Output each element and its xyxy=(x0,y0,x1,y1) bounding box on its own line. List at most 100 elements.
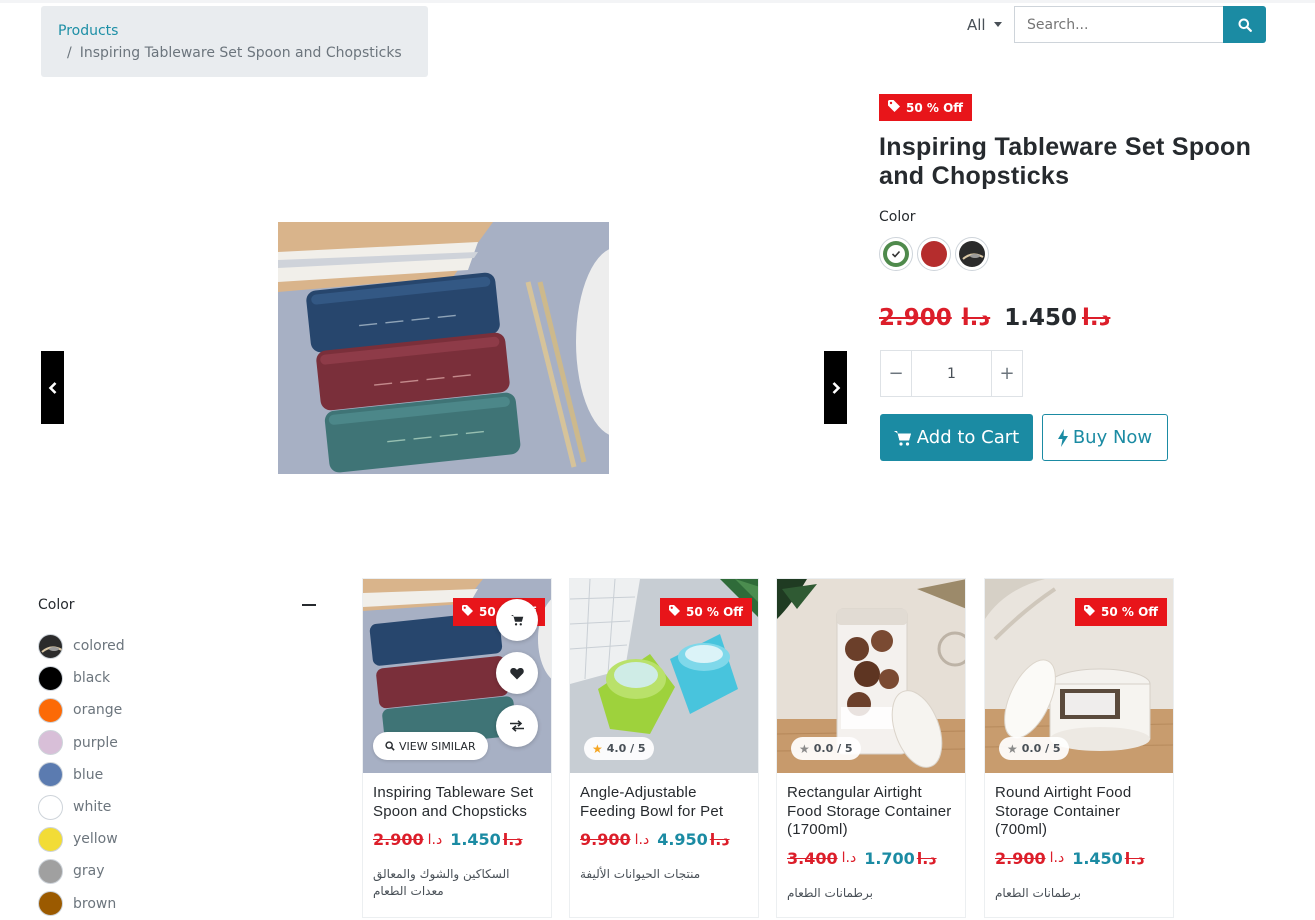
top-border xyxy=(0,0,1315,3)
cart-icon xyxy=(893,430,912,446)
card-title[interactable]: Angle-Adjustable Feeding Bowl for Pet xyxy=(580,784,748,821)
color-filter-label: blue xyxy=(73,766,104,783)
color-filter-colored[interactable]: colored xyxy=(38,630,318,662)
color-filter-label: gray xyxy=(73,863,105,880)
carousel-next-button[interactable] xyxy=(824,351,847,424)
tag-icon xyxy=(669,605,680,619)
product-card-image[interactable]: 50 % Off ★ 4.0 / 5 xyxy=(570,579,758,773)
color-filter-label: brown xyxy=(73,895,117,912)
card-rating-value: 0.0 / 5 xyxy=(813,742,853,755)
breadcrumb-current: / Inspiring Tableware Set Spoon and Chops… xyxy=(58,42,411,64)
quantity-input[interactable]: 1 xyxy=(911,351,992,396)
card-new-currency: د.ا xyxy=(709,830,730,849)
card-rating: ★ 4.0 / 5 xyxy=(584,737,654,760)
add-to-cart-button[interactable]: Add to Cart xyxy=(880,414,1033,461)
star-icon: ★ xyxy=(1007,741,1018,756)
product-card[interactable]: 50 % Off VIEW SIMILAR Inspiring Tablewar… xyxy=(362,578,552,918)
breadcrumb: Products / Inspiring Tableware Set Spoon … xyxy=(41,6,428,77)
color-dot xyxy=(38,891,63,917)
product-title: Inspiring Tableware Set Spoon and Chopst… xyxy=(879,133,1252,190)
color-filter-header[interactable]: Color xyxy=(38,595,318,615)
swatch-green[interactable] xyxy=(879,237,913,271)
collapse-minus-icon[interactable] xyxy=(302,604,316,606)
card-rating: ★ 0.0 / 5 xyxy=(791,737,861,760)
search-bar: All xyxy=(960,6,1266,43)
product-card[interactable]: ★ 0.0 / 5 Rectangular Airtight Food Stor… xyxy=(776,578,966,918)
cart-icon xyxy=(510,614,523,626)
compare-button[interactable] xyxy=(496,705,538,747)
card-new-currency: د.ا xyxy=(916,848,937,868)
color-filter-title: Color xyxy=(38,597,75,613)
card-price: 3.400 د.ا 1.700 د.ا xyxy=(787,849,955,868)
card-old-currency: د.ا xyxy=(841,850,857,866)
old-price: 2.900 xyxy=(879,305,952,331)
product-card-body: Inspiring Tableware Set Spoon and Chopst… xyxy=(363,773,551,900)
search-input[interactable] xyxy=(1014,6,1223,43)
color-filter-label: black xyxy=(73,670,111,687)
product-card[interactable]: 50 % Off ★ 4.0 / 5 Angle-Adjustable Feed… xyxy=(569,578,759,918)
card-category-line: برطمانات الطعام xyxy=(787,885,873,900)
search-category-label: All xyxy=(967,15,986,34)
product-card-body: Round Airtight Food Storage Container (7… xyxy=(985,773,1173,902)
color-swatches xyxy=(879,237,989,271)
color-filter-white[interactable]: white xyxy=(38,791,318,823)
swatch-red[interactable] xyxy=(917,237,951,271)
caret-down-icon xyxy=(993,22,1002,27)
discount-badge: 50 % Off xyxy=(879,94,972,121)
color-label: Color xyxy=(879,209,916,225)
product-card-image[interactable]: ★ 0.0 / 5 xyxy=(777,579,965,773)
color-filter-purple[interactable]: purple xyxy=(38,727,318,759)
card-title[interactable]: Round Airtight Food Storage Container (7… xyxy=(995,784,1163,840)
color-filter-list: colored black orange purple blue white y… xyxy=(38,630,318,920)
tag-icon xyxy=(888,100,900,115)
carousel-prev-button[interactable] xyxy=(41,351,64,424)
card-old-currency: د.ا xyxy=(634,831,650,848)
card-new-price: 1.450 xyxy=(1072,848,1123,868)
quantity-increase-button[interactable]: + xyxy=(992,351,1022,396)
color-filter-gray[interactable]: gray xyxy=(38,855,318,887)
product-card-image[interactable]: 50 % Off ★ 0.0 / 5 xyxy=(985,579,1173,773)
search-category-dropdown[interactable]: All xyxy=(960,6,1014,43)
color-dot xyxy=(38,633,63,659)
color-filter-blue[interactable]: blue xyxy=(38,759,318,791)
color-dot xyxy=(38,697,63,723)
card-title[interactable]: Rectangular Airtight Food Storage Contai… xyxy=(787,784,955,840)
quick-add-cart-button[interactable] xyxy=(496,599,538,641)
card-old-price: 9.900 xyxy=(580,830,631,849)
color-dot xyxy=(38,794,63,820)
product-card[interactable]: 50 % Off ★ 0.0 / 5 Round Airtight Food S… xyxy=(984,578,1174,918)
card-quick-actions xyxy=(496,599,538,747)
card-rating-value: 4.0 / 5 xyxy=(606,742,646,755)
new-price: 1.450 xyxy=(1004,305,1077,331)
card-title[interactable]: Inspiring Tableware Set Spoon and Chopst… xyxy=(373,784,541,821)
old-price-currency: د.ا xyxy=(961,305,991,331)
color-filter-yellow[interactable]: yellow xyxy=(38,823,318,855)
card-old-currency: د.ا xyxy=(1049,850,1065,866)
card-new-price: 1.700 xyxy=(864,848,915,868)
tag-icon xyxy=(462,605,473,619)
card-badge-label: 50 % Off xyxy=(1101,605,1158,619)
search-icon xyxy=(385,741,395,751)
color-filter-label: white xyxy=(73,799,112,816)
product-card-image[interactable]: 50 % Off VIEW SIMILAR xyxy=(363,579,551,773)
card-price: 2.900 د.ا 1.450 د.ا xyxy=(995,849,1163,868)
color-filter-orange[interactable]: orange xyxy=(38,694,318,726)
check-icon xyxy=(891,250,901,258)
search-button[interactable] xyxy=(1223,6,1266,43)
wishlist-button[interactable] xyxy=(496,652,538,694)
color-filter-brown[interactable]: brown xyxy=(38,888,318,920)
view-similar-button[interactable]: VIEW SIMILAR xyxy=(373,732,488,760)
new-price-currency: د.ا xyxy=(1081,305,1111,331)
color-filter-black[interactable]: black xyxy=(38,662,318,694)
card-category-line: معدات الطعام xyxy=(373,884,444,898)
card-price: 9.900 د.ا 4.950 د.ا xyxy=(580,830,748,849)
card-category: السكاكين والشوك والمعالق معدات الطعام xyxy=(373,866,541,900)
product-card-body: Angle-Adjustable Feeding Bowl for Pet 9.… xyxy=(570,773,758,883)
quantity-decrease-button[interactable]: − xyxy=(881,351,911,396)
search-icon xyxy=(1238,18,1252,32)
breadcrumb-link-products[interactable]: Products xyxy=(58,20,411,42)
view-similar-label: VIEW SIMILAR xyxy=(399,739,476,753)
swatch-colored[interactable] xyxy=(955,237,989,271)
buy-now-button[interactable]: Buy Now xyxy=(1042,414,1168,461)
card-old-price: 3.400 xyxy=(787,848,838,868)
